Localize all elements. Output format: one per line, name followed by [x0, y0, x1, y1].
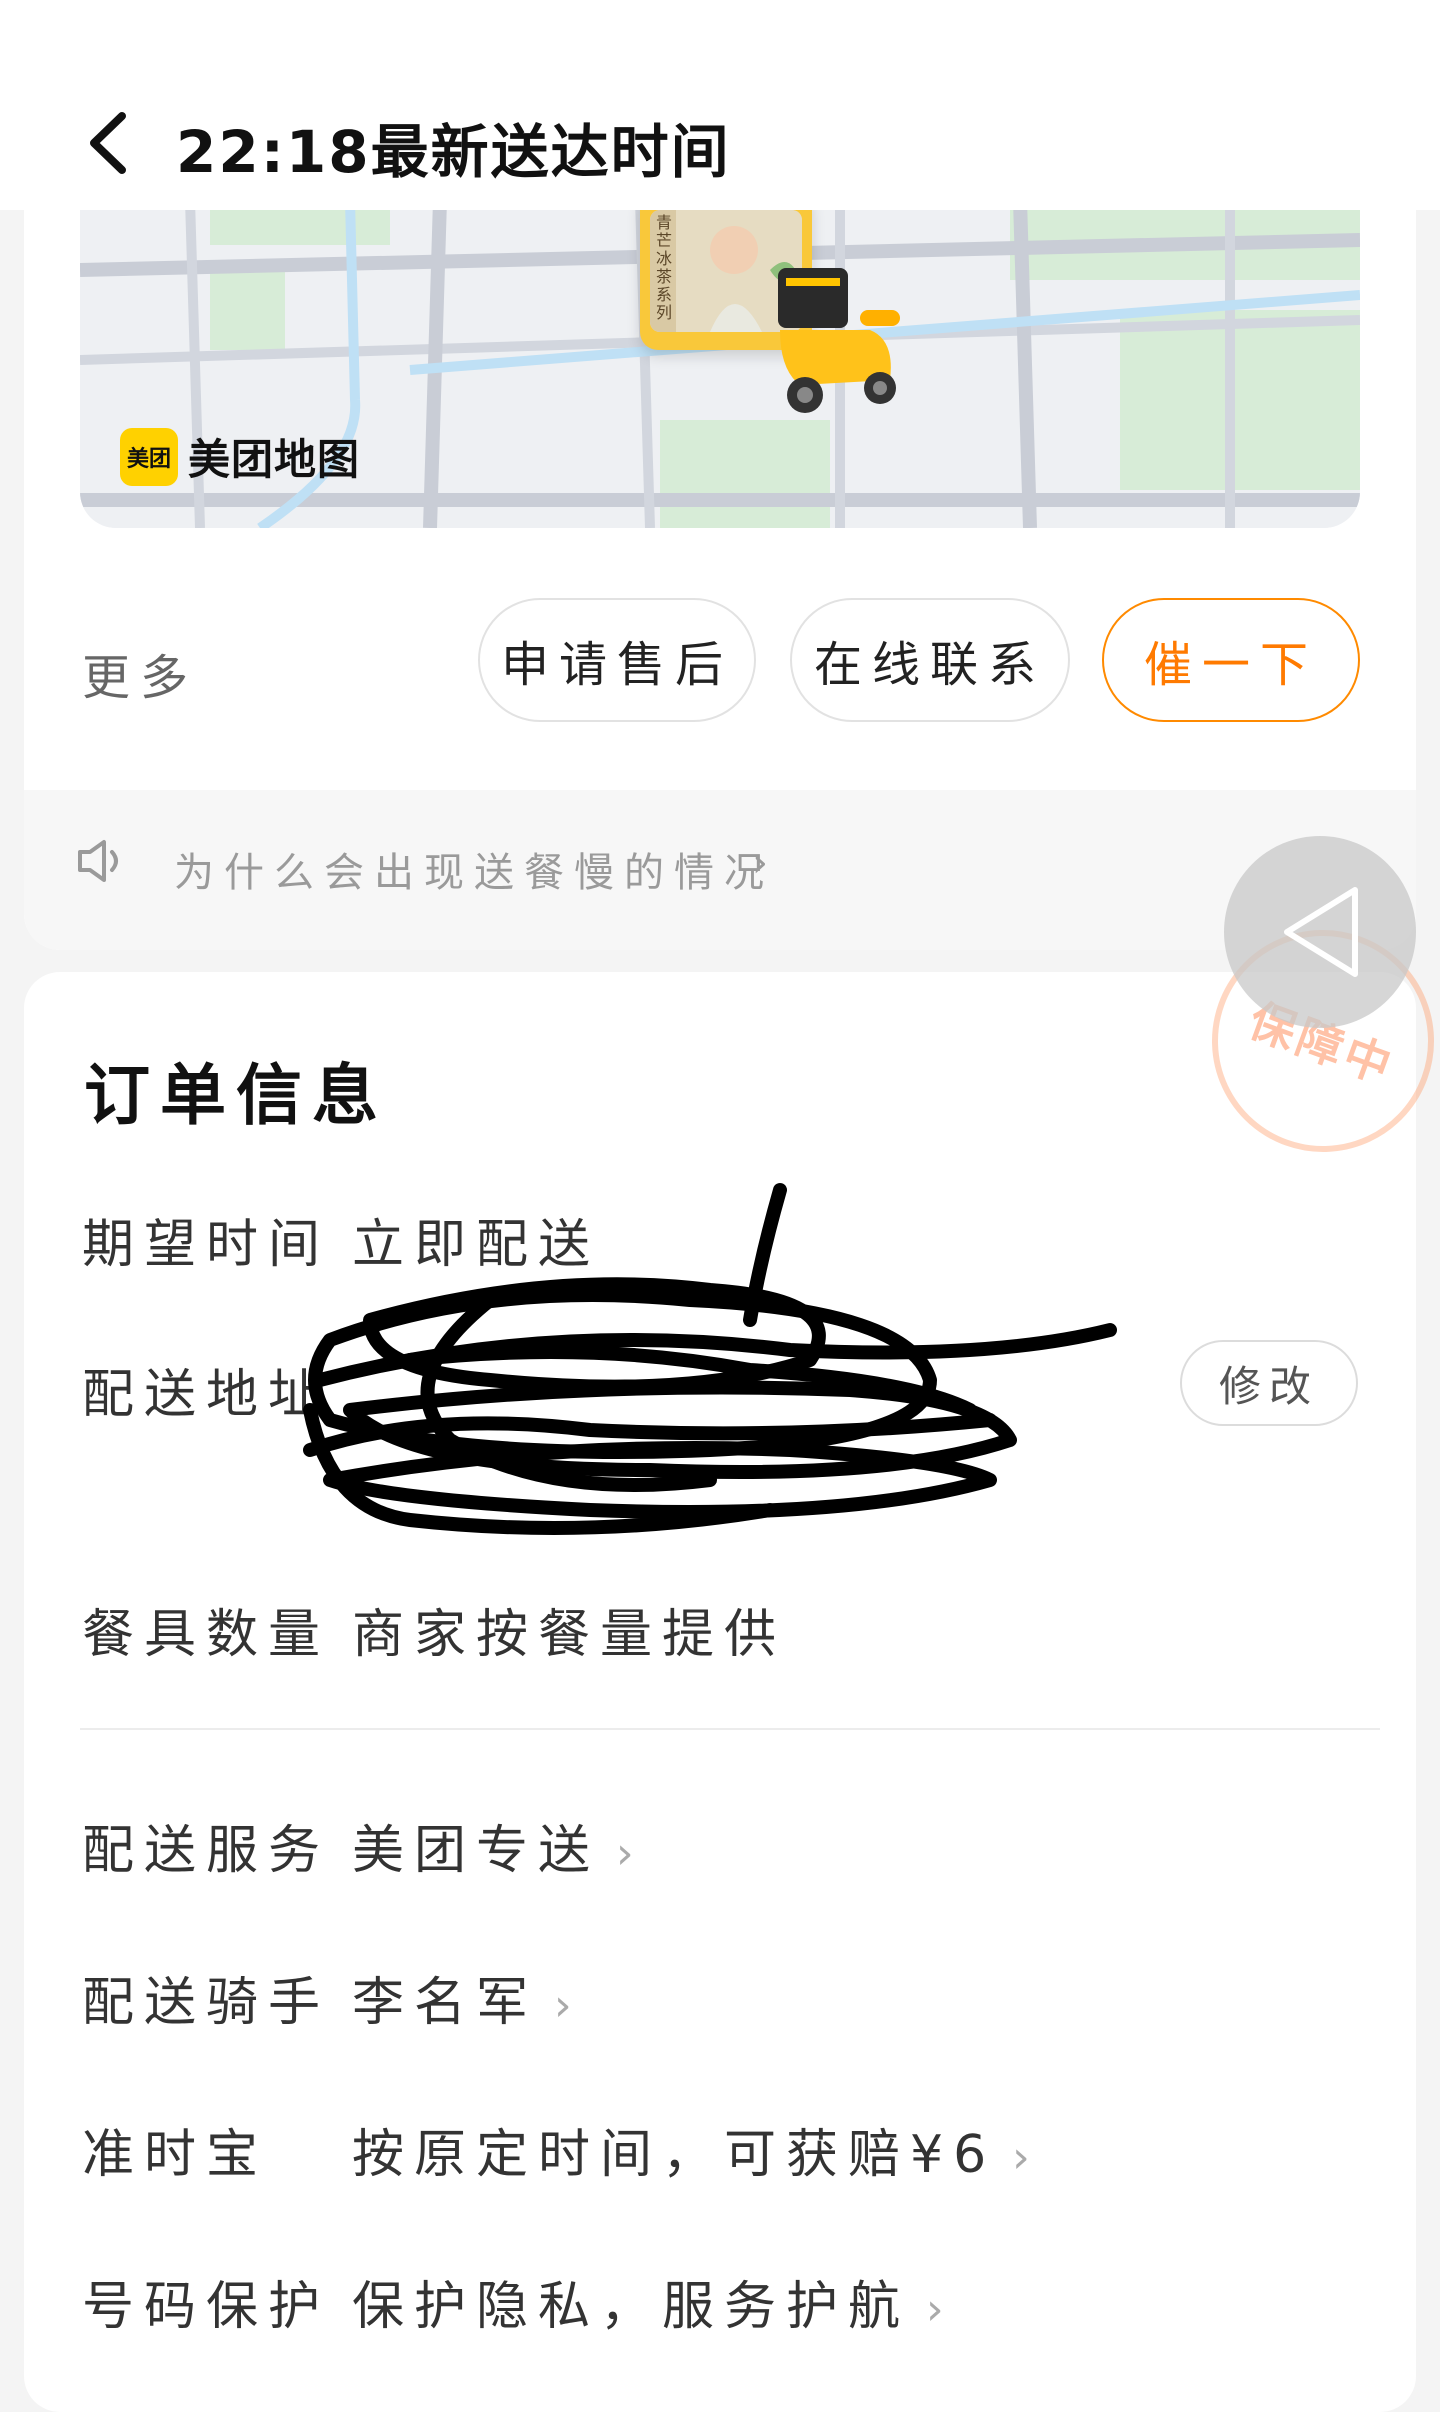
delivery-status-card: 青芒冰茶系列 美团 美团地图 更多 申请售后 在线联系 催一下 为什么会出现送餐… [24, 170, 1416, 950]
redaction-scribble [303, 1183, 1117, 1535]
rider-link[interactable]: 李名军 › [352, 1960, 572, 2035]
map-provider-name: 美团地图 [188, 435, 361, 484]
chevron-right-icon: › [752, 840, 768, 886]
delivery-service-value: 美团专送 [352, 1821, 601, 1881]
number-protection-link[interactable]: 保护隐私，服务护航 › [352, 2264, 944, 2339]
contact-online-button[interactable]: 在线联系 [790, 598, 1070, 722]
delivery-service-link[interactable]: 美团专送 › [352, 1808, 634, 1883]
tip-text: 为什么会出现送餐慢的情况 [174, 850, 774, 896]
top-bar: 22:18最新送达时间 [0, 0, 1440, 210]
chevron-right-icon: › [554, 1980, 572, 2031]
page-title: 22:18最新送达时间 [176, 118, 731, 186]
meituan-logo-icon: 美团 [120, 427, 178, 486]
more-actions-label[interactable]: 更多 [82, 638, 198, 708]
promo-text: 青芒冰茶系列 [656, 213, 673, 322]
chevron-left-icon [90, 112, 126, 174]
chevron-right-icon: › [616, 1828, 634, 1879]
chevron-right-icon: › [926, 2284, 944, 2335]
rider-label: 配送骑手 [82, 1973, 331, 2033]
speaker-icon [78, 840, 118, 882]
urge-delivery-button[interactable]: 催一下 [1102, 598, 1360, 722]
number-protection-label: 号码保护 [82, 2277, 331, 2337]
back-button[interactable] [78, 108, 138, 178]
on-time-guarantee-value: 按原定时间，可获赔¥6 [352, 2125, 997, 2185]
map-provider-logo: 美团 美团地图 [120, 426, 360, 487]
chevron-right-icon: › [1012, 2132, 1030, 2183]
floating-back-button[interactable] [1224, 836, 1416, 1028]
delivery-service-label: 配送服务 [82, 1821, 331, 1881]
delivery-slow-tip[interactable]: 为什么会出现送餐慢的情况 › [24, 790, 1416, 950]
tableware-value: 商家按餐量提供 [352, 1605, 787, 1665]
modify-address-button[interactable]: 修改 [1180, 1340, 1358, 1426]
rider-scooter-icon [778, 268, 900, 413]
apply-after-sale-button[interactable]: 申请售后 [478, 598, 756, 722]
on-time-guarantee-label: 准时宝 [82, 2125, 269, 2185]
number-protection-value: 保护隐私，服务护航 [352, 2277, 911, 2337]
delivery-map[interactable]: 青芒冰茶系列 美团 美团地图 [80, 200, 1360, 528]
divider [80, 1728, 1380, 1730]
tableware-label: 餐具数量 [82, 1605, 331, 1665]
on-time-guarantee-link[interactable]: 按原定时间，可获赔¥6 › [352, 2112, 1030, 2187]
triangle-left-icon [1284, 887, 1358, 977]
section-title: 订单信息 [84, 1057, 388, 1134]
rider-name: 李名军 [352, 1973, 539, 2033]
